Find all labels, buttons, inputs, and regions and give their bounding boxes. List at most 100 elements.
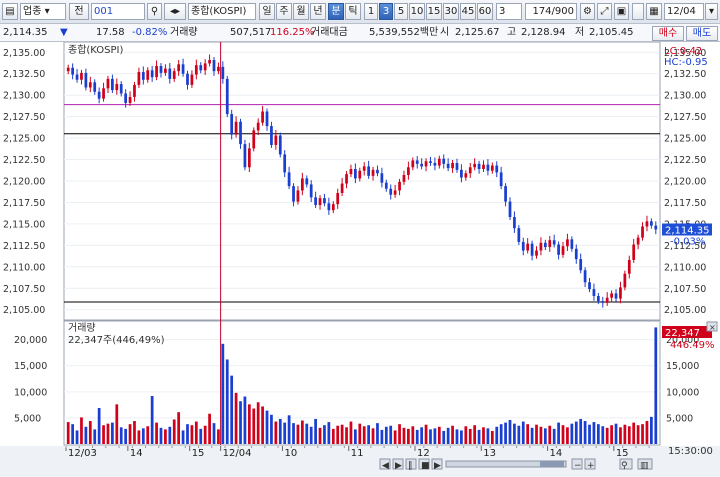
search-icon[interactable]: ⚲ bbox=[147, 3, 162, 20]
interval-45[interactable]: 45 bbox=[460, 3, 476, 20]
volume-bar bbox=[292, 423, 295, 444]
candle-up bbox=[300, 178, 304, 191]
candle-down bbox=[124, 93, 128, 103]
interval-1[interactable]: 1 bbox=[364, 3, 378, 20]
interval-3[interactable]: 3 bbox=[379, 3, 393, 20]
calendar-checkbox[interactable] bbox=[632, 3, 644, 20]
candle-up bbox=[605, 297, 609, 303]
save-icon[interactable]: ▣ bbox=[614, 3, 629, 20]
volume-bar bbox=[605, 427, 609, 444]
volume-bar bbox=[115, 404, 119, 444]
sell-button[interactable]: 매도 bbox=[686, 26, 718, 41]
tab-month[interactable]: 월 bbox=[293, 3, 309, 20]
date-picker-icon[interactable]: ▾ bbox=[705, 3, 718, 20]
volume-bar bbox=[66, 422, 70, 444]
x-tick-label: 12/03 bbox=[68, 448, 97, 459]
current-volume-pct: 446.49% bbox=[670, 340, 715, 351]
tab-day[interactable]: 일 bbox=[259, 3, 275, 20]
candle-up bbox=[203, 63, 207, 71]
setting-icon[interactable]: ⚙ bbox=[580, 3, 595, 20]
candle-up bbox=[296, 190, 300, 202]
candle-down bbox=[504, 186, 507, 202]
candle-up bbox=[66, 67, 70, 72]
volume-bar bbox=[119, 427, 123, 444]
volume-bar bbox=[482, 427, 485, 444]
volume-bar bbox=[429, 429, 432, 444]
volume-bar bbox=[420, 427, 424, 444]
high-value: 2,128.94 bbox=[521, 27, 566, 38]
tab-minute[interactable]: 분 bbox=[328, 3, 344, 20]
candle-up bbox=[548, 240, 552, 248]
volume-bar bbox=[437, 426, 441, 444]
stock-chart[interactable]: 2,135.00 2,132.50 2,130.00 2,127.50 2,125.00… bbox=[0, 42, 720, 477]
volume-bar bbox=[601, 426, 605, 444]
interval-input[interactable]: 3 bbox=[496, 3, 522, 20]
magnifier-icon: ⚲ bbox=[621, 461, 628, 471]
code-input[interactable]: 001 bbox=[91, 3, 145, 20]
tab-year[interactable]: 년 bbox=[310, 3, 326, 20]
interval-15[interactable]: 15 bbox=[426, 3, 442, 20]
volume-summary: 22,347주(446,49%) bbox=[68, 335, 165, 346]
candle-up bbox=[490, 165, 494, 171]
volume-bar bbox=[274, 421, 278, 444]
zoom-in-icon: + bbox=[587, 461, 595, 471]
current-price-marker: 2,114.35 bbox=[665, 225, 710, 236]
buy-button[interactable]: 매수 bbox=[652, 26, 684, 41]
candle-down bbox=[517, 228, 521, 242]
tab-tick[interactable]: 틱 bbox=[345, 3, 361, 20]
volume-bar bbox=[592, 422, 596, 444]
candle-down bbox=[380, 173, 384, 183]
candle-up bbox=[482, 164, 485, 169]
interval-60[interactable]: 60 bbox=[477, 3, 493, 20]
candle-down bbox=[495, 165, 499, 173]
interval-10[interactable]: 10 bbox=[409, 3, 425, 20]
price-tick-right: 2,117.50 bbox=[664, 198, 706, 209]
candle-up bbox=[371, 169, 375, 176]
volume-bar bbox=[349, 421, 353, 444]
candle-down bbox=[75, 74, 79, 80]
volume-bar bbox=[619, 427, 622, 444]
calendar-icon[interactable]: ▦ bbox=[646, 3, 662, 20]
date-field[interactable]: 12/04 bbox=[664, 3, 704, 20]
volume-bar bbox=[177, 412, 181, 444]
low-label: 저 bbox=[575, 27, 585, 38]
candle-up bbox=[402, 174, 406, 182]
count-field[interactable]: 174/900 bbox=[525, 3, 577, 20]
interval-5[interactable]: 5 bbox=[394, 3, 408, 20]
candle-down bbox=[111, 78, 114, 91]
menu-icon[interactable]: ▤ bbox=[2, 3, 18, 20]
layout-icon: ▥ bbox=[640, 461, 649, 471]
price-tick-right: 2,125.00 bbox=[664, 134, 706, 145]
interval-30[interactable]: 30 bbox=[443, 3, 459, 20]
tab-week[interactable]: 주 bbox=[276, 3, 292, 20]
price-tick-left: 2,120.00 bbox=[3, 177, 45, 188]
volume-bar bbox=[513, 423, 516, 444]
volume-bar bbox=[570, 423, 574, 444]
candle-down bbox=[650, 221, 653, 226]
volume-bar bbox=[283, 422, 287, 444]
volume-bar bbox=[296, 424, 300, 444]
candle-down bbox=[84, 72, 88, 88]
candle-up bbox=[437, 158, 441, 166]
speaker-icon[interactable]: ◂▸ bbox=[164, 3, 186, 20]
scope-select[interactable]: 전 bbox=[69, 3, 89, 20]
volume-value: 507,517 bbox=[230, 27, 272, 38]
volume-bar bbox=[159, 427, 163, 444]
fit-icon[interactable]: ⤢ bbox=[597, 3, 612, 20]
search-name-field[interactable]: 종합(KOSPI) bbox=[188, 3, 256, 20]
candle-up bbox=[115, 84, 119, 91]
scrollbar-thumb[interactable] bbox=[540, 461, 564, 467]
candle-up bbox=[256, 122, 260, 131]
price-change: 17.58 bbox=[96, 27, 125, 38]
candle-up bbox=[451, 162, 454, 169]
volume-bar bbox=[376, 423, 379, 444]
market-select[interactable]: 업종 ▾ bbox=[20, 3, 66, 20]
volume-bar bbox=[133, 421, 136, 444]
volume-bar bbox=[124, 428, 128, 444]
volume-ratio: 116.25% bbox=[270, 27, 315, 38]
candle-up bbox=[164, 68, 167, 73]
candle-down bbox=[521, 241, 525, 251]
price-infobar: 2,114.35 ▼ 17.58 -0.82% 거래량 507,517 116.… bbox=[0, 24, 720, 42]
candle-down bbox=[477, 163, 481, 169]
candle-up bbox=[102, 88, 105, 99]
